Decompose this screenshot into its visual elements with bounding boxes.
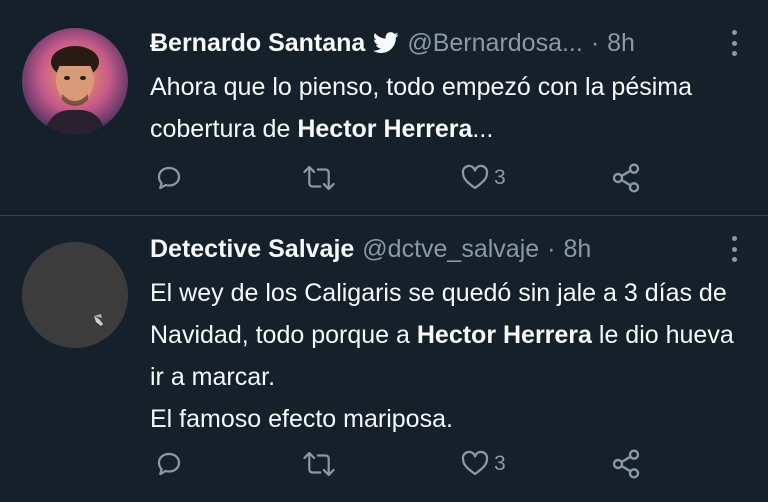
tweet[interactable]: Detective Salvaje @dctve_salvaje · 8h El… (0, 216, 768, 502)
reply-icon (157, 452, 181, 476)
tweet[interactable]: Ƀernardo Santana @Bernardosa... · 8h Aho… (0, 0, 768, 216)
mention-highlight: Hector Herrera (416, 321, 592, 349)
share-button[interactable] (610, 446, 642, 482)
share-icon (612, 163, 640, 193)
separator-dot: · (590, 28, 600, 57)
reply-icon (157, 166, 181, 190)
tweet-header: Ƀernardo Santana @Bernardosa... · 8h (150, 28, 635, 58)
share-icon (612, 449, 640, 479)
author-name[interactable]: Detective Salvaje (150, 235, 354, 264)
author-handle[interactable]: @Bernardosa... (407, 29, 582, 58)
tweet-text: El wey de los Caligaris se quedó sin jal… (150, 272, 740, 440)
like-button[interactable]: 3 (460, 160, 506, 196)
retweet-icon (303, 451, 335, 477)
like-count: 3 (494, 452, 506, 475)
reply-button[interactable] (154, 160, 184, 196)
heart-icon (461, 450, 489, 476)
like-button[interactable]: 3 (460, 446, 506, 482)
retweet-button[interactable] (302, 160, 336, 196)
mention-highlight: Hector Herrera (297, 115, 473, 143)
tweet-text-segment: ... (472, 115, 494, 143)
reply-button[interactable] (154, 446, 184, 482)
more-vertical-icon[interactable] (730, 236, 738, 262)
avatar[interactable] (22, 28, 128, 134)
like-count: 3 (494, 166, 506, 189)
author-handle[interactable]: @dctve_salvaje (362, 235, 539, 264)
share-button[interactable] (610, 160, 642, 196)
timestamp[interactable]: 8h (563, 235, 591, 264)
tweet-text: Ahora que lo pienso, todo empezó con la … (150, 66, 740, 150)
avatar[interactable] (22, 242, 128, 348)
retweet-button[interactable] (302, 446, 336, 482)
twitter-bird-icon (373, 32, 399, 54)
action-bar: 3 (150, 160, 670, 196)
separator-dot: · (547, 234, 556, 263)
tweet-header: Detective Salvaje @dctve_salvaje · 8h (150, 234, 591, 264)
more-vertical-icon[interactable] (730, 30, 738, 56)
action-bar: 3 (150, 446, 670, 482)
timestamp[interactable]: 8h (607, 29, 635, 58)
author-name[interactable]: Ƀernardo Santana (150, 29, 365, 58)
retweet-icon (303, 165, 335, 191)
heart-icon (461, 164, 489, 190)
tweet-text-segment: El famoso efecto mariposa. (150, 405, 453, 433)
